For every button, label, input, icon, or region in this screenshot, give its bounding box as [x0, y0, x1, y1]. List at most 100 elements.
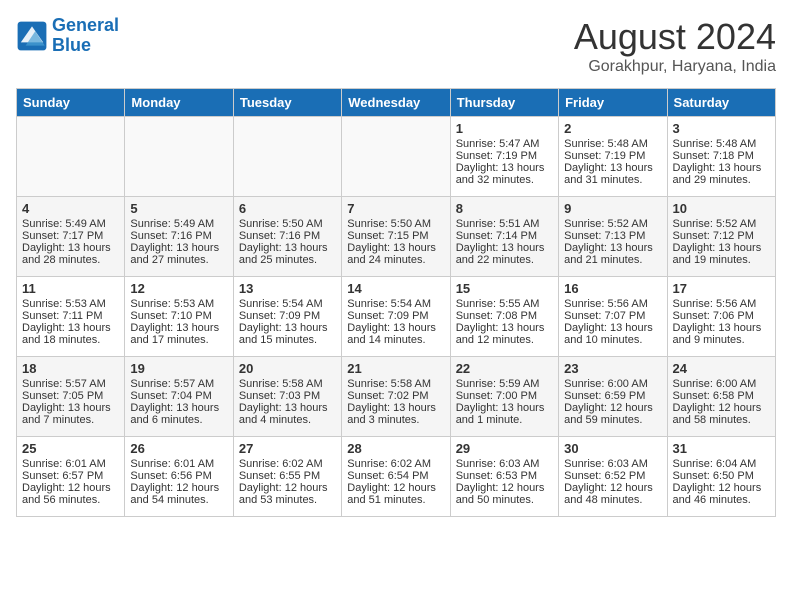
day-info: Daylight: 12 hours [564, 402, 661, 414]
day-info: Daylight: 13 hours [347, 242, 444, 254]
day-info: Sunrise: 5:54 AM [347, 298, 444, 310]
calendar-cell: 29Sunrise: 6:03 AMSunset: 6:53 PMDayligh… [450, 437, 558, 517]
calendar-cell: 26Sunrise: 6:01 AMSunset: 6:56 PMDayligh… [125, 437, 233, 517]
day-info: and 15 minutes. [239, 334, 336, 346]
calendar-cell: 23 Sunrise: 6:00 AMSunset: 6:59 PMDayligh… [559, 357, 667, 437]
day-info: Sunset: 7:17 PM [22, 230, 119, 242]
day-info: Sunrise: 5:55 AM [456, 298, 553, 310]
day-info: and 6 minutes. [130, 414, 227, 426]
day-number: 28 [347, 441, 444, 456]
day-number: 23 [564, 361, 661, 376]
day-info: and 12 minutes. [456, 334, 553, 346]
day-info: and 9 minutes. [673, 334, 770, 346]
calendar-week-row: 4 Sunrise: 5:49 AMSunset: 7:17 PM Daylight… [17, 197, 776, 277]
day-info: Sunset: 7:16 PM [130, 230, 227, 242]
day-info: Daylight: 13 hours [564, 242, 661, 254]
day-info: Sunset: 7:00 PM [456, 390, 553, 402]
calendar-cell: 16 Sunrise: 5:56 AMSunset: 7:07 PMDayligh… [559, 277, 667, 357]
day-number: 4 [22, 201, 119, 216]
day-info: and 29 minutes. [673, 174, 770, 186]
day-info: and 59 minutes. [564, 414, 661, 426]
logo-line1: General [52, 15, 119, 35]
day-info: Sunrise: 5:56 AM [673, 298, 770, 310]
day-info: Sunrise: 5:56 AM [564, 298, 661, 310]
calendar-cell: 9Sunrise: 5:52 AMSunset: 7:13 PMDaylight… [559, 197, 667, 277]
calendar-cell: 22Sunrise: 5:59 AMSunset: 7:00 PMDayligh… [450, 357, 558, 437]
day-info: Sunrise: 5:59 AM [456, 378, 553, 390]
calendar-cell: 30Sunrise: 6:03 AMSunset: 6:52 PMDayligh… [559, 437, 667, 517]
location: Gorakhpur, Haryana, India [574, 58, 776, 76]
day-info: Sunset: 7:11 PM [22, 310, 119, 322]
day-info: Sunrise: 6:00 AM [564, 378, 661, 390]
day-info: Sunset: 7:04 PM [130, 390, 227, 402]
day-info: Daylight: 13 hours [22, 402, 119, 414]
day-info: and 25 minutes. [239, 254, 336, 266]
day-info: Daylight: 13 hours [239, 402, 336, 414]
calendar-cell: 6Sunrise: 5:50 AMSunset: 7:16 PMDaylight… [233, 197, 341, 277]
day-info: and 48 minutes. [564, 494, 661, 506]
day-info: Daylight: 13 hours [239, 242, 336, 254]
logo: General Blue [16, 16, 119, 56]
calendar-cell [233, 117, 341, 197]
weekday-header: Wednesday [342, 89, 450, 117]
calendar-cell: 18Sunrise: 5:57 AMSunset: 7:05 PMDayligh… [17, 357, 125, 437]
day-info: Sunrise: 5:50 AM [347, 218, 444, 230]
day-number: 15 [456, 281, 553, 296]
day-info: Daylight: 13 hours [130, 322, 227, 334]
day-info: Sunset: 6:58 PM [673, 390, 770, 402]
day-info: Sunset: 7:15 PM [347, 230, 444, 242]
day-info: Sunset: 6:59 PM [564, 390, 661, 402]
calendar-cell: 4Sunrise: 5:49 AMSunset: 7:17 PMDaylight… [17, 197, 125, 277]
day-info: Sunset: 7:08 PM [456, 310, 553, 322]
day-info: Daylight: 13 hours [673, 242, 770, 254]
day-info: and 24 minutes. [347, 254, 444, 266]
day-info: and 19 minutes. [673, 254, 770, 266]
weekday-header: Saturday [667, 89, 775, 117]
day-info: Sunrise: 5:51 AM [456, 218, 553, 230]
day-info: Sunset: 7:18 PM [673, 150, 770, 162]
day-info: Sunset: 7:09 PM [239, 310, 336, 322]
page-header: General Blue August 2024 Gorakhpur, Hary… [16, 16, 776, 76]
day-info: Sunset: 7:12 PM [673, 230, 770, 242]
calendar-cell: 10Sunrise: 5:52 AMSunset: 7:12 PMDayligh… [667, 197, 775, 277]
day-number: 26 [130, 441, 227, 456]
calendar-cell [125, 117, 233, 197]
day-info: Daylight: 13 hours [22, 322, 119, 334]
day-info: Daylight: 13 hours [564, 162, 661, 174]
day-info: Sunset: 6:52 PM [564, 470, 661, 482]
weekday-header: Tuesday [233, 89, 341, 117]
day-info: and 28 minutes. [22, 254, 119, 266]
calendar-cell: 15Sunrise: 5:55 AMSunset: 7:08 PMDayligh… [450, 277, 558, 357]
day-info: Daylight: 13 hours [456, 242, 553, 254]
calendar-cell: 12Sunrise: 5:53 AMSunset: 7:10 PMDayligh… [125, 277, 233, 357]
day-info: and 50 minutes. [456, 494, 553, 506]
day-info: Daylight: 12 hours [456, 482, 553, 494]
day-number: 16 [564, 281, 661, 296]
day-number: 10 [673, 201, 770, 216]
day-info: Sunrise: 6:01 AM [130, 458, 227, 470]
day-info: and 56 minutes. [22, 494, 119, 506]
day-info: Sunset: 7:16 PM [239, 230, 336, 242]
day-info: Daylight: 12 hours [673, 482, 770, 494]
day-info: Daylight: 13 hours [564, 322, 661, 334]
day-info: Sunset: 7:13 PM [564, 230, 661, 242]
day-number: 6 [239, 201, 336, 216]
day-info: Sunset: 7:19 PM [456, 150, 553, 162]
day-info: Sunrise: 5:53 AM [130, 298, 227, 310]
day-info: and 32 minutes. [456, 174, 553, 186]
day-number: 17 [673, 281, 770, 296]
day-info: Sunrise: 5:49 AM [22, 218, 119, 230]
weekday-header: Sunday [17, 89, 125, 117]
day-info: Sunset: 7:07 PM [564, 310, 661, 322]
day-number: 1 [456, 121, 553, 136]
day-info: Sunrise: 5:53 AM [22, 298, 119, 310]
day-number: 21 [347, 361, 444, 376]
day-info: Sunrise: 5:58 AM [239, 378, 336, 390]
calendar-week-row: 18Sunrise: 5:57 AMSunset: 7:05 PMDayligh… [17, 357, 776, 437]
weekday-header: Thursday [450, 89, 558, 117]
title-block: August 2024 Gorakhpur, Haryana, India [574, 16, 776, 76]
calendar-cell: 13Sunrise: 5:54 AMSunset: 7:09 PMDayligh… [233, 277, 341, 357]
day-info: Daylight: 13 hours [347, 402, 444, 414]
day-info: Sunset: 6:55 PM [239, 470, 336, 482]
logo-icon [16, 20, 48, 52]
